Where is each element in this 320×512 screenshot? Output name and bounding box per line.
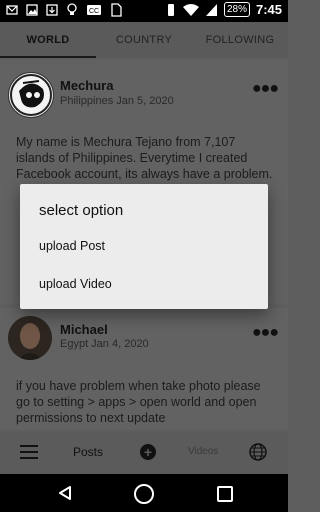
post-meta: Egypt Jan 4, 2020 [60,338,149,350]
cc-icon: CC [87,5,101,15]
file-icon [111,3,122,17]
post-meta: Philippines Jan 5, 2020 [60,95,174,107]
post-card: Michael Egypt Jan 4, 2020 ●●● if you hav… [0,308,288,430]
profile-picture [8,316,52,360]
home-icon[interactable] [134,484,154,504]
image-icon [26,4,38,16]
signal-icon [205,3,217,16]
profile-picture [10,74,52,116]
tab-world[interactable]: WORLD [0,22,96,58]
download-icon [46,4,58,16]
menu-icon[interactable] [20,445,38,459]
more-options-icon[interactable]: ●●● [252,80,279,98]
upload-video-option[interactable]: upload Video [20,266,268,302]
tab-following[interactable]: FOLLOWING [192,22,288,58]
upload-post-option[interactable]: upload Post [20,228,268,264]
nav-videos[interactable]: Videos [188,446,218,457]
notification-icons: CC [6,3,122,17]
status-bar: CC 28% 7:45 [0,0,288,22]
add-post-icon[interactable]: + [140,444,156,460]
select-option-dialog: select option upload Post upload Video [20,184,268,309]
tab-country[interactable]: COUNTRY [96,22,192,58]
wifi-icon [182,3,199,16]
bulb-icon [67,3,77,15]
feed-tabs: WORLD COUNTRY FOLLOWING [0,22,288,58]
vibrate-icon [167,3,174,16]
system-status: 28% 7:45 [165,2,282,17]
author-name[interactable]: Michael [60,322,108,337]
back-icon[interactable] [57,485,73,501]
system-navigation-bar [0,474,288,512]
clock: 7:45 [255,2,282,17]
author-name[interactable]: Mechura [60,78,113,93]
globe-icon[interactable] [249,443,267,461]
battery-indicator: 28% [223,2,250,17]
nav-posts[interactable]: Posts [73,445,103,459]
recent-apps-icon[interactable] [217,486,233,502]
post-text: if you have problem when take photo plea… [16,379,261,425]
email-icon [6,5,18,15]
more-options-icon[interactable]: ●●● [252,324,279,342]
post-text: My name is Mechura Tejano from 7,107 isl… [16,135,273,181]
avatar[interactable] [8,72,54,118]
avatar[interactable] [8,316,52,360]
dialog-title: select option [39,202,124,219]
bottom-navigation: Posts + Videos [0,432,288,474]
svg-text:CC: CC [89,8,99,15]
